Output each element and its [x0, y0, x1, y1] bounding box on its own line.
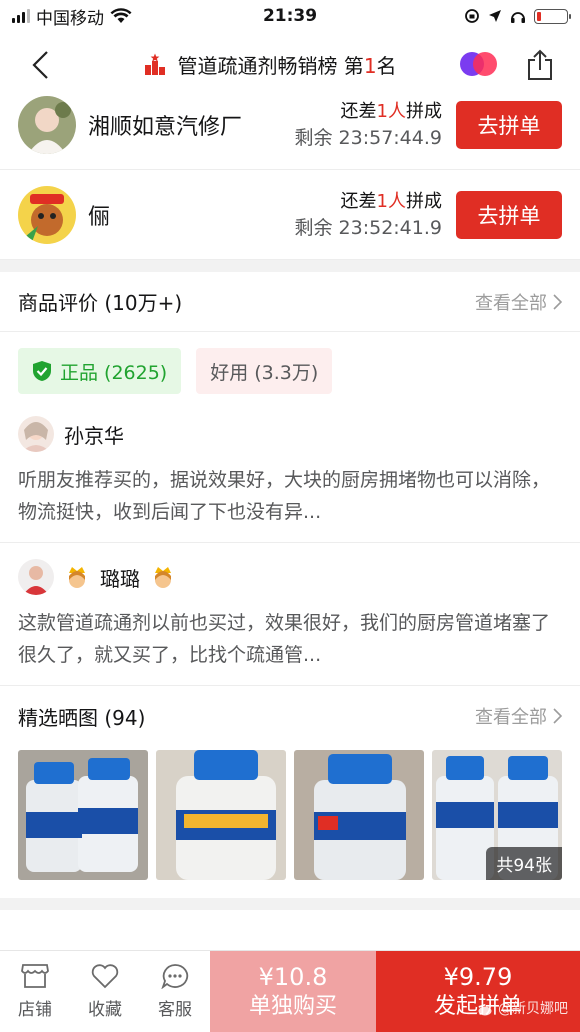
buy-alone-button[interactable]: ¥10.8 单独购买 [210, 951, 376, 1032]
countdown-timer: 剩余 23:52:41.9 [294, 216, 442, 239]
tag-genuine[interactable]: 正品 (2625) [18, 348, 182, 394]
ranking-title-suffix: 名 [376, 54, 397, 78]
status-bar: 中国移动 21:39 [0, 0, 580, 32]
watermark-text: @新贝娜吧 [498, 1001, 568, 1017]
need-prefix: 还差 [340, 190, 377, 212]
group-leader-name: 湘顺如意汽修厂 [88, 114, 243, 140]
need-prefix: 还差 [340, 100, 377, 122]
need-count: 1人 [376, 100, 406, 122]
store-button[interactable]: 店铺 [0, 951, 70, 1032]
review-text: 这款管道疏通剂以前也买过，效果很好，我们的厨房管道堵塞了很久了，就又买了，比找个… [18, 612, 551, 666]
review-photo[interactable] [294, 750, 424, 880]
see-all-label: 查看全部 [475, 707, 547, 728]
group-buy-list: 湘顺如意汽修厂 还差1人拼成 剩余 23:57:44.9 去拼单 俪 还差1人拼… [0, 80, 580, 260]
avatar [18, 416, 54, 452]
group-buy-row: 湘顺如意汽修厂 还差1人拼成 剩余 23:57:44.9 去拼单 [0, 80, 580, 170]
chevron-left-icon [32, 50, 48, 79]
join-group-button[interactable]: 去拼单 [456, 190, 562, 239]
review-tags: 正品 (2625) 好用 (3.3万) [0, 332, 580, 400]
photos-see-all[interactable]: 查看全部 [475, 703, 562, 729]
photo-count-badge: 共94张 [486, 847, 562, 880]
group-price: ¥9.79 [443, 962, 513, 991]
share-icon[interactable] [526, 49, 554, 81]
signal-icon [12, 9, 30, 23]
photos-header[interactable]: 精选晒图 (94) 查看全部 [0, 686, 580, 746]
group-leader-name: 俪 [88, 204, 111, 230]
start-group-buy-button[interactable]: ¥9.79 发起拼单 @新贝娜吧 [376, 951, 580, 1032]
ranking-number: 1 [363, 54, 377, 78]
shield-check-icon [33, 361, 51, 381]
need-count: 1人 [376, 190, 406, 212]
review-item[interactable]: 璐璐 这款管道疏通剂以前也买过，效果很好，我们的厨房管道堵塞了很久了，就又买了，… [0, 543, 580, 686]
see-all-label: 查看全部 [475, 292, 547, 314]
crown-icon [69, 567, 85, 588]
review-text: 听朋友推荐买的，据说效果好，大块的厨房拥堵物也可以消除，物流挺快，收到后闻了下也… [18, 469, 551, 523]
weibo-icon [478, 1006, 492, 1016]
ranking-title-prefix: 管道疏通剂畅销榜 第 [177, 54, 364, 78]
ranking-title[interactable]: 管道疏通剂畅销榜 第1名 [80, 50, 460, 79]
store-label: 店铺 [18, 1000, 52, 1020]
countdown-timer: 剩余 23:57:44.9 [294, 126, 442, 149]
favorite-label: 收藏 [88, 1000, 122, 1020]
service-label: 客服 [158, 1000, 192, 1020]
next-section-peek [0, 910, 580, 950]
reviews-title: 商品评价 (10万+) [18, 291, 183, 315]
ranking-icon [145, 53, 166, 75]
store-icon [21, 964, 49, 988]
join-group-button[interactable]: 去拼单 [456, 100, 562, 149]
photos-title: 精选晒图 (94) [18, 705, 146, 730]
avatar [18, 185, 76, 244]
solo-price: ¥10.8 [258, 962, 328, 991]
reviewer-name: 璐璐 [100, 566, 140, 591]
headphones-icon [511, 11, 525, 23]
tag-useful[interactable]: 好用 (3.3万) [196, 348, 333, 394]
bottom-action-bar: 店铺 收藏 客服 ¥10.8 单独购买 ¥9.79 发起拼单 @新贝娜吧 [0, 950, 580, 1032]
reviews-see-all[interactable]: 查看全部 [475, 289, 562, 315]
review-item[interactable]: 孙京华 听朋友推荐买的，据说效果好，大块的厨房拥堵物也可以消除，物流挺快，收到后… [0, 400, 580, 543]
chat-icon [161, 964, 189, 989]
service-button[interactable]: 客服 [140, 951, 210, 1032]
rotation-lock-icon [465, 9, 479, 23]
reviewer-name: 孙京华 [64, 423, 124, 448]
crown-icon [155, 567, 171, 588]
review-photo[interactable]: 共94张 [432, 750, 562, 880]
battery-icon [534, 8, 571, 24]
heart-icon [91, 964, 119, 989]
wifi-icon [110, 8, 132, 23]
avatar [18, 95, 76, 154]
photo-gallery: 共94张 [0, 746, 580, 898]
app-logo-icon[interactable] [460, 51, 498, 78]
reviews-header[interactable]: 商品评价 (10万+) 查看全部 [0, 272, 580, 332]
content: 湘顺如意汽修厂 还差1人拼成 剩余 23:57:44.9 去拼单 俪 还差1人拼… [0, 80, 580, 950]
chevron-right-icon [553, 708, 562, 724]
tag-useful-label: 好用 (3.3万) [210, 361, 319, 384]
favorite-button[interactable]: 收藏 [70, 951, 140, 1032]
review-photo[interactable] [156, 750, 286, 880]
carrier-label: 中国移动 [36, 8, 104, 29]
reviews-section: 商品评价 (10万+) 查看全部 正品 (2625) 好用 (3.3万) 孙京华 [0, 272, 580, 898]
need-suffix: 拼成 [406, 190, 442, 212]
solo-label: 单独购买 [248, 993, 337, 1019]
tag-genuine-label: 正品 (2625) [60, 361, 168, 384]
group-status: 还差1人拼成 剩余 23:57:44.9 [294, 99, 442, 151]
group-buy-row: 俪 还差1人拼成 剩余 23:52:41.9 去拼单 [0, 170, 580, 260]
group-status: 还差1人拼成 剩余 23:52:41.9 [294, 189, 442, 241]
avatar [18, 559, 54, 595]
chevron-right-icon [553, 293, 562, 310]
watermark: @新贝娜吧 [478, 994, 568, 1024]
need-suffix: 拼成 [406, 100, 442, 122]
location-icon [489, 10, 501, 22]
review-photo[interactable] [18, 750, 148, 880]
